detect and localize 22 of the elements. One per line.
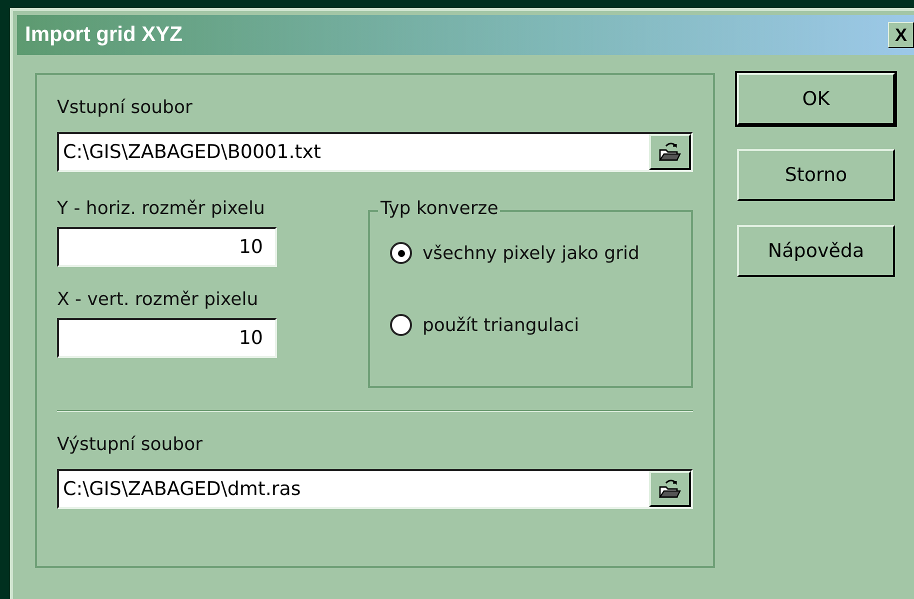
- close-button[interactable]: X: [888, 22, 914, 48]
- field-label: X - vert. rozměr pixelu: [57, 289, 260, 310]
- input-field[interactable]: 10: [57, 227, 277, 267]
- dialog-button[interactable]: Storno: [737, 149, 895, 201]
- field-label: Výstupní soubor: [57, 434, 204, 455]
- browse-button[interactable]: [649, 471, 691, 507]
- input-field[interactable]: C:\GIS\ZABAGED\dmt.ras: [57, 469, 693, 509]
- radio-label: všechny pixely jako grid: [422, 242, 640, 264]
- field-label: Vstupní soubor: [57, 97, 194, 118]
- radio-label: použít triangulaci: [422, 314, 580, 336]
- browse-button[interactable]: [649, 134, 691, 170]
- dialog-button[interactable]: Nápověda: [737, 225, 895, 277]
- dialog-button[interactable]: OK: [737, 73, 895, 125]
- input-field[interactable]: 10: [57, 318, 277, 358]
- group-title: Typ konverze: [378, 198, 500, 219]
- window-title: Import grid XYZ: [24, 23, 182, 47]
- radio-button[interactable]: [390, 242, 412, 264]
- input-field[interactable]: C:\GIS\ZABAGED\B0001.txt: [57, 132, 693, 172]
- field-value: C:\GIS\ZABAGED\B0001.txt: [62, 141, 322, 163]
- field-value: C:\GIS\ZABAGED\dmt.ras: [62, 478, 302, 500]
- radio-button[interactable]: [390, 314, 412, 336]
- field-label: Y - horiz. rozměr pixelu: [57, 198, 266, 219]
